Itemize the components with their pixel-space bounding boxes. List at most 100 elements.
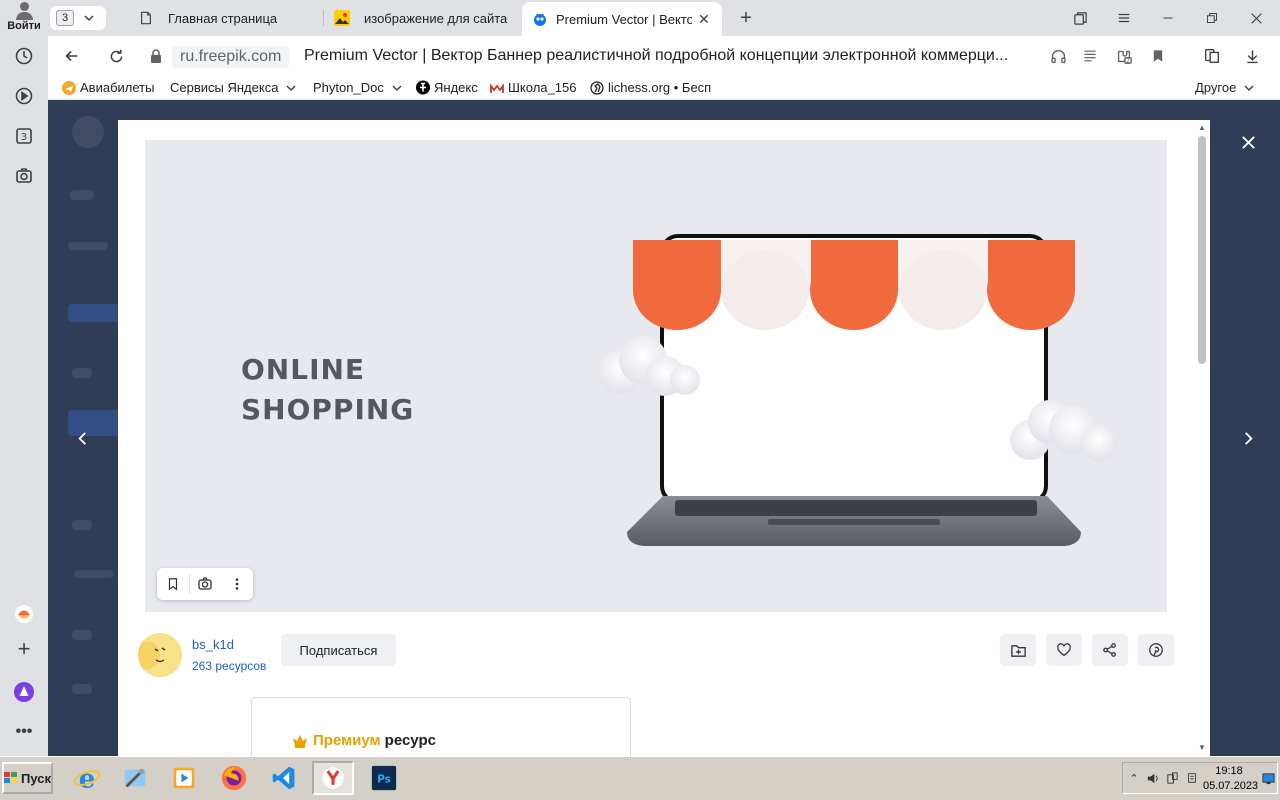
bookmark-label: Сервисы Яндекса <box>170 80 279 95</box>
save-bookmark-icon[interactable] <box>157 568 189 600</box>
alice-icon[interactable] <box>12 680 36 704</box>
vscode-app[interactable] <box>263 761 305 795</box>
url-domain[interactable]: ru.freepik.com <box>172 46 290 68</box>
show-hidden-icons-icon[interactable]: ⌃ <box>1127 771 1141 785</box>
bookmark-school[interactable]: Школа_156 <box>490 80 576 95</box>
media-player-icon <box>173 767 195 789</box>
backdrop-block <box>70 190 94 200</box>
browser-sidebar: Войти З + ••• <box>0 0 48 756</box>
author-resources-link[interactable]: 263 ресурсов <box>192 659 266 673</box>
tools-icon <box>124 768 146 788</box>
back-arrow-icon[interactable] <box>62 46 82 66</box>
yandex-browser-app[interactable] <box>312 761 354 795</box>
history-icon[interactable] <box>12 44 36 68</box>
show-desktop-icon[interactable] <box>1261 771 1275 785</box>
share-button[interactable] <box>1092 634 1128 666</box>
chevron-down-icon <box>1244 84 1254 91</box>
photoshop-app[interactable]: Ps <box>363 761 405 795</box>
add-to-collection-button[interactable] <box>1000 634 1036 666</box>
premium-resource-card[interactable]: Премиум ресурс <box>251 697 631 756</box>
tab-image-search[interactable]: изображение для сайта по <box>324 4 520 32</box>
login-label: Войти <box>7 20 41 32</box>
restore-icon[interactable] <box>1202 8 1222 28</box>
start-button[interactable]: Пуск <box>2 762 53 794</box>
device-icon[interactable] <box>1185 771 1199 785</box>
minimize-icon[interactable] <box>1158 8 1178 28</box>
preview-image[interactable]: ONLINE SHOPPING <box>145 140 1167 612</box>
bookmark-phyton-doc[interactable]: Phyton_Doc <box>313 80 402 95</box>
reload-icon[interactable] <box>106 46 126 66</box>
yandex-browser-icon <box>321 766 345 790</box>
network-icon[interactable] <box>1165 771 1179 785</box>
close-window-icon[interactable] <box>1246 8 1266 28</box>
scroll-down-icon[interactable]: ▼ <box>1198 744 1206 752</box>
bookmark-yandex-services[interactable]: Сервисы Яндекса <box>170 80 296 95</box>
vscode-icon <box>272 766 295 790</box>
follow-button[interactable]: Подписаться <box>281 634 396 666</box>
lock-icon[interactable] <box>149 48 163 64</box>
bookmark-aviabilety[interactable]: Авиабилеты <box>62 80 154 95</box>
share-icon <box>1103 643 1116 657</box>
zen-icon[interactable]: З <box>12 124 36 148</box>
page-title[interactable]: Premium Vector | Вектор Баннер реалистич… <box>304 47 1024 65</box>
lichess-knight-icon <box>590 80 604 95</box>
collections-icon[interactable] <box>12 602 36 626</box>
scrollbar-thumb[interactable] <box>1198 136 1206 364</box>
more-icon[interactable]: ••• <box>12 720 36 744</box>
backdrop-block <box>72 630 92 640</box>
clock-time[interactable]: 19:18 <box>1209 765 1249 777</box>
yandex-logo-icon <box>416 80 430 95</box>
headphones-icon[interactable] <box>1048 46 1068 66</box>
control-panel-app[interactable] <box>114 761 156 795</box>
modal-scrollbar[interactable]: ▲ ▼ <box>1194 120 1210 756</box>
scroll-up-icon[interactable]: ▲ <box>1198 124 1206 132</box>
system-tray: ⌃ 19:18 05.07.2023 <box>1122 762 1278 794</box>
clock-date[interactable]: 05.07.2023 <box>1203 780 1258 792</box>
bookmark-other[interactable]: Другое <box>1195 80 1254 95</box>
backdrop-block <box>72 520 92 530</box>
close-modal-icon[interactable] <box>1236 130 1260 154</box>
windows-logo-icon <box>4 772 17 783</box>
bookmark-label: Другое <box>1195 80 1237 95</box>
firefox-app[interactable] <box>213 761 255 795</box>
internet-explorer-app[interactable]: e <box>66 761 108 795</box>
tab-main-page[interactable]: Главная страница <box>128 4 324 32</box>
camera-search-icon[interactable] <box>190 568 222 600</box>
download-icon[interactable] <box>1242 46 1262 66</box>
bookmark-yandex[interactable]: Яндекс <box>416 80 478 95</box>
crown-icon <box>293 734 307 748</box>
svg-text:Ps: Ps <box>377 773 391 785</box>
author-avatar[interactable] <box>138 633 182 677</box>
bookmark-lichess[interactable]: lichess.org • Бесп <box>590 80 714 95</box>
extensions-icon[interactable]: 2 <box>1114 46 1134 66</box>
next-image-icon[interactable] <box>1236 426 1260 450</box>
resource-word: ресурс <box>384 732 436 749</box>
pinterest-button[interactable] <box>1138 634 1174 666</box>
user-icon <box>14 2 34 20</box>
more-options-icon[interactable] <box>221 568 253 600</box>
video-play-icon[interactable] <box>12 84 36 108</box>
tab-strip: 3 Главная страница изображение для сайта… <box>48 0 1280 36</box>
ie-icon: e <box>73 764 101 792</box>
login-button[interactable]: Войти <box>4 2 44 34</box>
screenshot-icon[interactable] <box>12 164 36 188</box>
volume-icon[interactable] <box>1145 771 1159 785</box>
close-tab-icon[interactable]: ✕ <box>698 11 710 28</box>
add-panel-icon[interactable]: + <box>12 636 36 661</box>
media-player-app[interactable] <box>163 761 205 795</box>
bookmark-label: Phyton_Doc <box>313 80 384 95</box>
tab-counter-button[interactable]: 3 <box>50 6 106 30</box>
author-name-link[interactable]: bs_k1d <box>192 637 234 652</box>
image-preview-modal: ONLINE SHOPPING bs_k1d 263 ресурсов Подп… <box>118 120 1210 756</box>
backdrop-block <box>72 368 92 378</box>
collections-panel-icon[interactable] <box>1202 46 1222 66</box>
like-button[interactable] <box>1046 634 1082 666</box>
menu-icon[interactable] <box>1114 8 1134 28</box>
reader-mode-icon[interactable] <box>1080 46 1100 66</box>
tab-freepik[interactable]: Premium Vector | Вектор ✕ <box>522 2 722 36</box>
new-tab-button[interactable]: + <box>735 7 757 29</box>
bookmark-icon[interactable] <box>1148 46 1168 66</box>
tab-manager-icon[interactable] <box>1070 8 1090 28</box>
bookmark-label: Школа_156 <box>508 80 577 95</box>
previous-image-icon[interactable] <box>70 426 94 450</box>
